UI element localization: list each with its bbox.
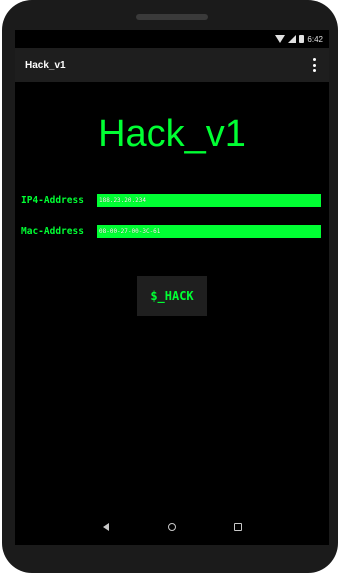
recents-button[interactable] xyxy=(231,520,245,534)
back-button[interactable] xyxy=(99,520,113,534)
wifi-icon xyxy=(275,35,286,43)
back-icon xyxy=(103,522,109,531)
ip-address-label: IP4-Address xyxy=(21,194,84,206)
hack-button[interactable]: $_HACK xyxy=(137,276,207,316)
home-icon xyxy=(168,522,176,531)
mac-address-input[interactable] xyxy=(97,224,321,238)
app-bar: Hack_v1 xyxy=(15,48,329,82)
status-time: 6:42 xyxy=(307,34,323,44)
mac-address-label: Mac-Address xyxy=(21,225,84,237)
ip-address-row: IP4-Address xyxy=(21,193,321,207)
navigation-bar xyxy=(15,508,329,545)
mac-address-row: Mac-Address xyxy=(21,224,321,238)
home-button[interactable] xyxy=(165,520,179,534)
overflow-menu-icon[interactable] xyxy=(309,58,319,72)
battery-icon xyxy=(299,35,305,43)
speaker-grille xyxy=(136,14,208,20)
screen: 6:42 Hack_v1 Hack_v1 IP4-Address Mac-Add… xyxy=(15,30,329,545)
page-title: Hack_v1 xyxy=(98,113,246,155)
app-bar-title: Hack_v1 xyxy=(25,59,66,71)
recents-icon xyxy=(234,522,242,531)
device-frame: 6:42 Hack_v1 Hack_v1 IP4-Address Mac-Add… xyxy=(2,0,338,573)
signal-icon xyxy=(288,35,297,43)
ip-address-input[interactable] xyxy=(97,193,321,207)
status-bar: 6:42 xyxy=(15,30,329,48)
